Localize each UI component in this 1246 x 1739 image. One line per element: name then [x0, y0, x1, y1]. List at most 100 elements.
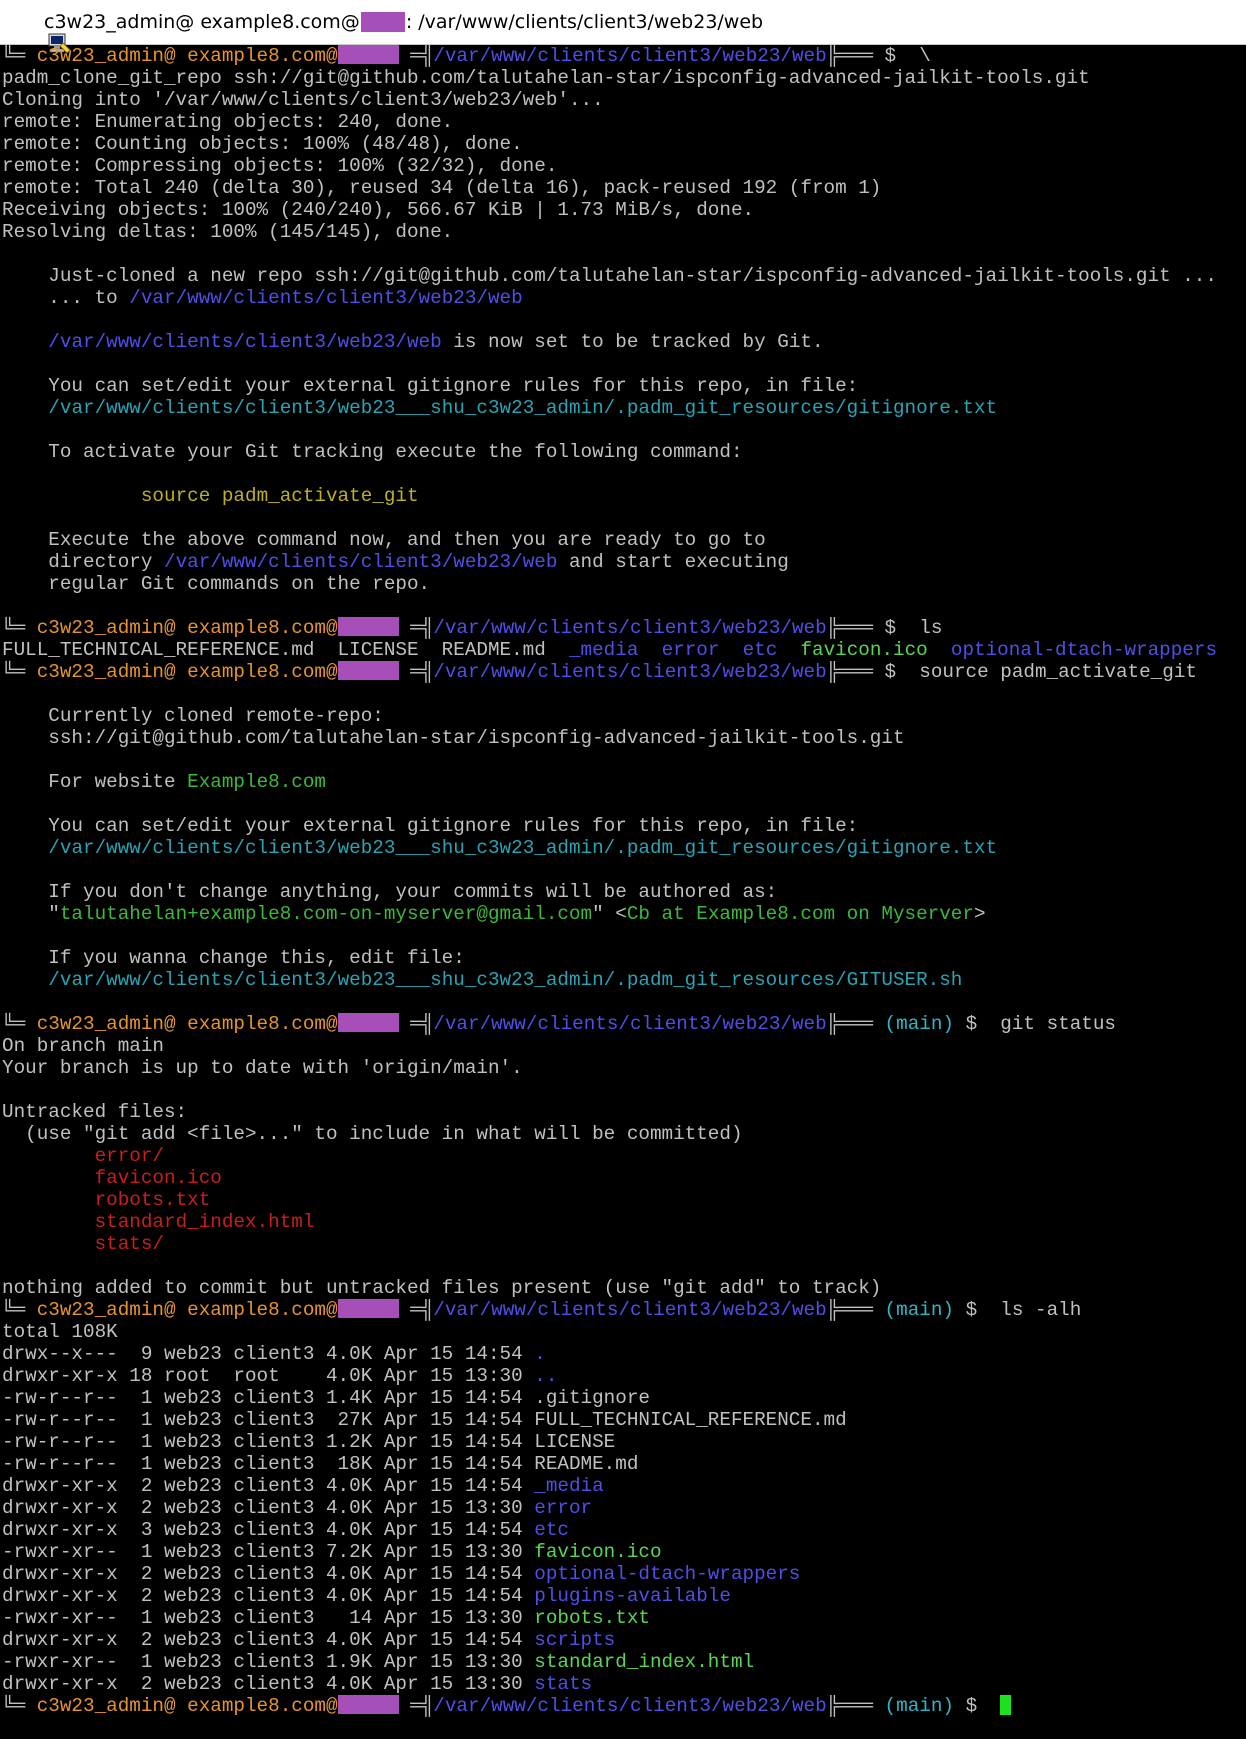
terminal-text: optional-dtach-wrappers: [950, 639, 1218, 661]
prompt-corner: ╚═: [2, 1299, 37, 1321]
terminal-text: You can set/edit your external gitignore…: [2, 815, 859, 837]
terminal-text: Currently cloned remote-repo:: [2, 705, 384, 727]
terminal-text: /var/www/clients/client3/web23/web: [129, 287, 523, 309]
terminal-line: -rw-r--r-- 1 web23 client3 1.4K Apr 15 1…: [2, 1387, 1246, 1409]
terminal-text: ls -alh: [977, 1299, 1082, 1321]
terminal-line: total 108K: [2, 1321, 1246, 1343]
terminal-line: drwxr-xr-x 2 web23 client3 4.0K Apr 15 1…: [2, 1673, 1246, 1695]
terminal-line: -rwxr-xr-- 1 web23 client3 1.9K Apr 15 1…: [2, 1651, 1246, 1673]
terminal-text: _media: [568, 639, 639, 661]
terminal-line: /var/www/clients/client3/web23___shu_c3w…: [2, 837, 1246, 859]
prompt-tail: ╠═══: [826, 1695, 885, 1717]
terminal-line: Receiving objects: 100% (240/240), 566.6…: [2, 199, 1246, 221]
terminal-output[interactable]: ╚═ c3w23_admin@ example8.com@ ═╣/var/www…: [0, 45, 1246, 1739]
terminal-line: drwxr-xr-x 18 root root 4.0K Apr 15 13:3…: [2, 1365, 1246, 1387]
redacted-hostname: [337, 45, 399, 64]
terminal-line: /var/www/clients/client3/web23___shu_c3w…: [2, 969, 1246, 991]
terminal-line: remote: Total 240 (delta 30), reused 34 …: [2, 177, 1246, 199]
git-branch-indicator: (main): [884, 1013, 954, 1035]
terminal-window: c3w23_admin@ example8.com@: /var/www/cli…: [0, 0, 1246, 1739]
terminal-text: git status: [977, 1013, 1116, 1035]
terminal-text: robots.txt: [534, 1607, 650, 1629]
redacted-hostname: [337, 1299, 399, 1318]
prompt-separator: ═╣: [398, 45, 434, 67]
terminal-text: -rw-r--r-- 1 web23 client3 27K Apr 15 14…: [2, 1409, 847, 1431]
terminal-text: remote: Total 240 (delta 30), reused 34 …: [2, 177, 882, 199]
terminal-text: drwxr-xr-x 2 web23 client3 4.0K Apr 15 1…: [2, 1563, 535, 1585]
terminal-text: _media: [534, 1475, 604, 1497]
terminal-line: Execute the above command now, and then …: [2, 529, 1246, 551]
terminal-text: drwxr-xr-x 2 web23 client3 4.0K Apr 15 1…: [2, 1673, 535, 1695]
terminal-line: nothing added to commit but untracked fi…: [2, 1277, 1246, 1299]
redacted-hostname: [337, 1013, 399, 1032]
terminal-line: Resolving deltas: 100% (145/145), done.: [2, 221, 1246, 243]
redacted-hostname: [337, 1695, 399, 1714]
terminal-text: optional-dtach-wrappers: [534, 1563, 801, 1585]
terminal-line: Just-cloned a new repo ssh://git@github.…: [2, 265, 1246, 287]
terminal-line: To activate your Git tracking execute th…: [2, 441, 1246, 463]
terminal-text: remote: Enumerating objects: 240, done.: [2, 111, 454, 133]
terminal-line: If you don't change anything, your commi…: [2, 881, 1246, 903]
redacted-hostname: [337, 661, 399, 680]
terminal-text: standard_index.html: [94, 1211, 315, 1233]
terminal-line: ╚═ c3w23_admin@ example8.com@ ═╣/var/www…: [2, 1695, 1246, 1717]
prompt-path: /var/www/clients/client3/web23/web: [433, 661, 827, 683]
prompt-corner: ╚═: [2, 617, 37, 639]
terminal-text: regular Git commands on the repo.: [2, 573, 431, 595]
prompt-separator: ═╣: [398, 661, 434, 683]
terminal-text: drwx--x--- 9 web23 client3 4.0K Apr 15 1…: [2, 1343, 535, 1365]
terminal-text: remote: Counting objects: 100% (48/48), …: [2, 133, 523, 155]
terminal-line: source padm_activate_git: [2, 485, 1246, 507]
prompt-tail: ╠═══: [826, 1299, 885, 1321]
terminal-text: talutahelan+example8.com-on-myserver@gma…: [59, 903, 593, 925]
terminal-line: ╚═ c3w23_admin@ example8.com@ ═╣/var/www…: [2, 617, 1246, 639]
terminal-line: directory /var/www/clients/client3/web23…: [2, 551, 1246, 573]
terminal-line: Currently cloned remote-repo:: [2, 705, 1246, 727]
prompt-corner: ╚═: [2, 1013, 37, 1035]
terminal-text: FULL_TECHNICAL_REFERENCE.md LICENSE READ…: [2, 639, 569, 661]
prompt-corner: ╚═: [2, 1695, 37, 1717]
terminal-line: drwxr-xr-x 2 web23 client3 4.0K Apr 15 1…: [2, 1563, 1246, 1585]
terminal-text: error: [534, 1497, 593, 1519]
terminal-line: -rw-r--r-- 1 web23 client3 18K Apr 15 14…: [2, 1453, 1246, 1475]
terminal-text: ": [2, 903, 60, 925]
terminal-line: -rwxr-xr-- 1 web23 client3 7.2K Apr 15 1…: [2, 1541, 1246, 1563]
prompt-tail: ╠═══: [826, 617, 885, 639]
terminal-text: etc: [742, 639, 778, 661]
prompt-corner: ╚═: [2, 661, 37, 683]
prompt-user: c3w23_admin@ example8.com@: [36, 1299, 338, 1321]
terminal-text: If you wanna change this, edit file:: [2, 947, 465, 969]
terminal-text: total 108K: [2, 1321, 118, 1343]
terminal-line: -rw-r--r-- 1 web23 client3 27K Apr 15 14…: [2, 1409, 1246, 1431]
terminal-line: remote: Compressing objects: 100% (32/32…: [2, 155, 1246, 177]
terminal-text: (use "git add <file>..." to include in w…: [2, 1123, 743, 1145]
terminal-line: ╚═ c3w23_admin@ example8.com@ ═╣/var/www…: [2, 661, 1246, 683]
terminal-line: favicon.ico: [2, 1167, 1246, 1189]
terminal-line: /var/www/clients/client3/web23/web is no…: [2, 331, 1246, 353]
terminal-text: remote: Compressing objects: 100% (32/32…: [2, 155, 558, 177]
terminal-text: robots.txt: [94, 1189, 211, 1211]
terminal-line: robots.txt: [2, 1189, 1246, 1211]
window-titlebar[interactable]: c3w23_admin@ example8.com@: /var/www/cli…: [0, 0, 1246, 54]
terminal-line: standard_index.html: [2, 1211, 1246, 1233]
prompt-user: c3w23_admin@ example8.com@: [36, 1013, 338, 1035]
terminal-text: To activate your Git tracking execute th…: [2, 441, 743, 463]
prompt-tail: ╠═══: [826, 45, 885, 67]
terminal-line: On branch main: [2, 1035, 1246, 1057]
terminal-line: drwxr-xr-x 2 web23 client3 4.0K Apr 15 1…: [2, 1497, 1246, 1519]
prompt-user: c3w23_admin@ example8.com@: [36, 617, 338, 639]
terminal-text: directory: [2, 551, 164, 573]
terminal-text: drwxr-xr-x 2 web23 client3 4.0K Apr 15 1…: [2, 1585, 535, 1607]
terminal-line: You can set/edit your external gitignore…: [2, 815, 1246, 837]
